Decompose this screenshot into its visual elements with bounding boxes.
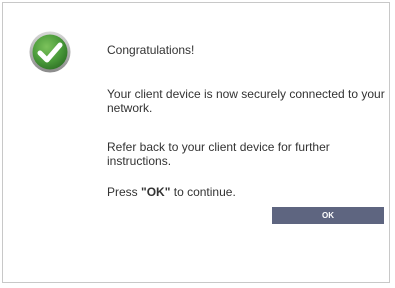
- ok-button[interactable]: OK: [272, 207, 384, 224]
- press-suffix: to continue.: [170, 185, 236, 199]
- press-prefix: Press: [107, 185, 142, 199]
- dialog-title: Congratulations!: [107, 43, 195, 57]
- connected-message: Your client device is now securely conne…: [107, 87, 385, 115]
- press-key: "OK": [141, 185, 171, 199]
- checkmark-success-icon: [29, 31, 71, 73]
- continue-instruction: Press "OK" to continue.: [107, 185, 389, 199]
- dialog-panel: Congratulations! Your client device is n…: [2, 2, 390, 283]
- refer-message: Refer back to your client device for fur…: [107, 140, 330, 168]
